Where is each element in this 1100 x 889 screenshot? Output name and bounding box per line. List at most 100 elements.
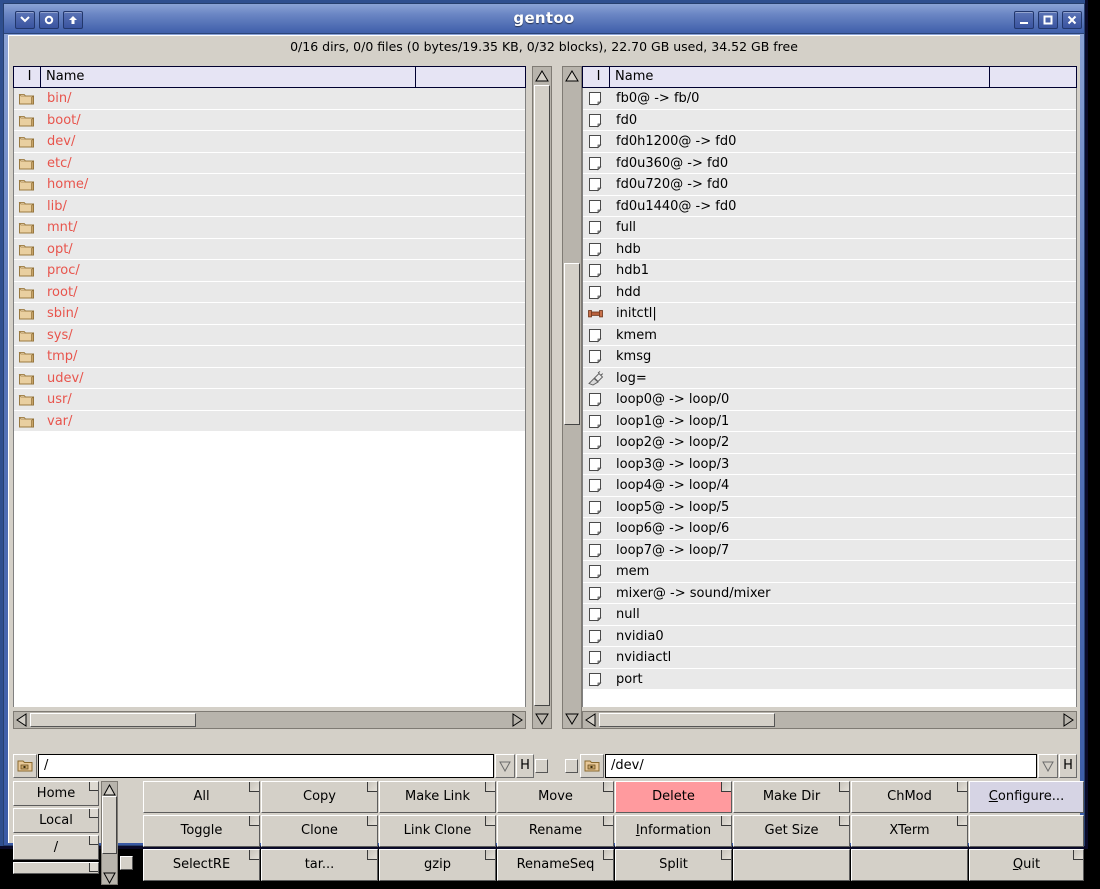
- chevron-down-icon[interactable]: [15, 11, 35, 29]
- toggle-button[interactable]: Toggle: [143, 815, 260, 847]
- scroll-right-icon[interactable]: [1060, 712, 1076, 728]
- configure-button[interactable]: Configure...: [969, 781, 1084, 813]
- left-path-dropdown-icon[interactable]: [495, 754, 515, 778]
- list-item[interactable]: bin/: [14, 88, 525, 110]
- gzip-button[interactable]: gzip: [379, 849, 496, 881]
- right-history-button[interactable]: H: [1059, 754, 1077, 778]
- local-button[interactable]: Local: [13, 808, 99, 833]
- list-item[interactable]: usr/: [14, 389, 525, 411]
- select-re-button[interactable]: SelectRE: [143, 849, 260, 881]
- copy-button[interactable]: Copy: [261, 781, 378, 813]
- right-file-list[interactable]: fb0@ -> fb/0 fd0 fd0h1200@ -> fd0 fd0u360@ …: [582, 88, 1077, 707]
- list-item[interactable]: loop2@ -> loop/2: [583, 432, 1076, 454]
- circle-icon[interactable]: [39, 11, 59, 29]
- list-item[interactable]: fd0u720@ -> fd0: [583, 174, 1076, 196]
- list-item[interactable]: boot/: [14, 109, 525, 131]
- scroll-left-icon[interactable]: [14, 712, 30, 728]
- home-button[interactable]: Home: [13, 781, 99, 806]
- information-button[interactable]: Information: [615, 815, 732, 847]
- get-size-button[interactable]: Get Size: [733, 815, 850, 847]
- scroll-down-icon[interactable]: [102, 870, 117, 885]
- split-button[interactable]: Split: [615, 849, 732, 881]
- quick-buttons-scrollbar[interactable]: [101, 781, 118, 885]
- open-folder-icon[interactable]: [580, 754, 604, 778]
- left-vscroll-thumb[interactable]: [534, 85, 550, 706]
- list-item[interactable]: fd0u360@ -> fd0: [583, 152, 1076, 174]
- make-dir-button[interactable]: Make Dir: [733, 781, 850, 813]
- select-all-button[interactable]: All: [143, 781, 260, 813]
- list-item[interactable]: mixer@ -> sound/mixer: [583, 582, 1076, 604]
- scroll-right-icon[interactable]: [509, 712, 525, 728]
- list-item[interactable]: port: [583, 668, 1076, 690]
- list-item[interactable]: kmem: [583, 324, 1076, 346]
- list-item[interactable]: fd0h1200@ -> fd0: [583, 131, 1076, 153]
- list-item[interactable]: loop3@ -> loop/3: [583, 453, 1076, 475]
- right-vscroll-thumb[interactable]: [564, 263, 580, 425]
- right-horizontal-scrollbar[interactable]: [582, 711, 1077, 729]
- list-item[interactable]: dev/: [14, 131, 525, 153]
- minimize-icon[interactable]: [1014, 11, 1034, 29]
- root-button[interactable]: /: [13, 835, 99, 860]
- list-item[interactable]: mnt/: [14, 217, 525, 239]
- list-item[interactable]: nvidiactl: [583, 647, 1076, 669]
- right-path-input[interactable]: /dev/: [605, 754, 1037, 778]
- right-column-header-name[interactable]: Name: [609, 66, 990, 88]
- quit-button[interactable]: Quit: [969, 849, 1084, 881]
- list-item[interactable]: fd0: [583, 109, 1076, 131]
- right-column-header-flag[interactable]: I: [582, 66, 610, 88]
- list-item[interactable]: udev/: [14, 367, 525, 389]
- list-item[interactable]: initctl|: [583, 303, 1076, 325]
- list-item[interactable]: log=: [583, 367, 1076, 389]
- list-item[interactable]: loop0@ -> loop/0: [583, 389, 1076, 411]
- list-item[interactable]: home/: [14, 174, 525, 196]
- scroll-up-icon[interactable]: [534, 68, 550, 84]
- link-clone-button[interactable]: Link Clone: [379, 815, 496, 847]
- left-column-header-name[interactable]: Name: [40, 66, 416, 88]
- rename-seq-button[interactable]: RenameSeq: [497, 849, 614, 881]
- list-item[interactable]: sys/: [14, 324, 525, 346]
- scroll-left-icon[interactable]: [583, 712, 599, 728]
- left-column-header-extra[interactable]: [415, 66, 526, 88]
- list-item[interactable]: hdb1: [583, 260, 1076, 282]
- left-path-input[interactable]: /: [38, 754, 494, 778]
- rename-button[interactable]: Rename: [497, 815, 614, 847]
- xterm-button[interactable]: XTerm: [851, 815, 968, 847]
- right-hscroll-thumb[interactable]: [599, 713, 775, 727]
- chmod-button[interactable]: ChMod: [851, 781, 968, 813]
- quick-buttons-scroll-thumb[interactable]: [102, 796, 117, 854]
- left-history-button[interactable]: H: [516, 754, 534, 778]
- right-vertical-scrollbar[interactable]: [562, 66, 582, 729]
- quick-button-empty-slot[interactable]: [13, 862, 99, 874]
- list-item[interactable]: etc/: [14, 152, 525, 174]
- left-file-list[interactable]: bin/boot/dev/etc/home/lib/mnt/opt/proc/r…: [13, 88, 526, 707]
- clone-button[interactable]: Clone: [261, 815, 378, 847]
- delete-button[interactable]: Delete: [615, 781, 732, 813]
- scroll-up-icon[interactable]: [564, 68, 580, 84]
- list-item[interactable]: full: [583, 217, 1076, 239]
- right-panel-sash-handle[interactable]: [565, 759, 578, 773]
- list-item[interactable]: loop1@ -> loop/1: [583, 410, 1076, 432]
- left-panel-sash-handle[interactable]: [535, 759, 548, 773]
- list-item[interactable]: hdb: [583, 238, 1076, 260]
- close-icon[interactable]: [1062, 11, 1082, 29]
- move-button[interactable]: Move: [497, 781, 614, 813]
- list-item[interactable]: fb0@ -> fb/0: [583, 88, 1076, 110]
- list-item[interactable]: fd0u1440@ -> fd0: [583, 195, 1076, 217]
- open-folder-icon[interactable]: [13, 754, 37, 778]
- list-item[interactable]: null: [583, 604, 1076, 626]
- left-vertical-scrollbar[interactable]: [532, 66, 552, 729]
- left-hscroll-thumb[interactable]: [30, 713, 196, 727]
- right-column-header-extra[interactable]: [989, 66, 1077, 88]
- right-path-dropdown-icon[interactable]: [1038, 754, 1058, 778]
- scroll-down-icon[interactable]: [564, 711, 580, 727]
- tar-button[interactable]: tar...: [261, 849, 378, 881]
- list-item[interactable]: tmp/: [14, 346, 525, 368]
- list-item[interactable]: lib/: [14, 195, 525, 217]
- make-link-button[interactable]: Make Link: [379, 781, 496, 813]
- arrow-up-icon[interactable]: [63, 11, 83, 29]
- list-item[interactable]: root/: [14, 281, 525, 303]
- list-item[interactable]: kmsg: [583, 346, 1076, 368]
- list-item[interactable]: opt/: [14, 238, 525, 260]
- left-column-header-flag[interactable]: I: [13, 66, 41, 88]
- list-item[interactable]: loop6@ -> loop/6: [583, 518, 1076, 540]
